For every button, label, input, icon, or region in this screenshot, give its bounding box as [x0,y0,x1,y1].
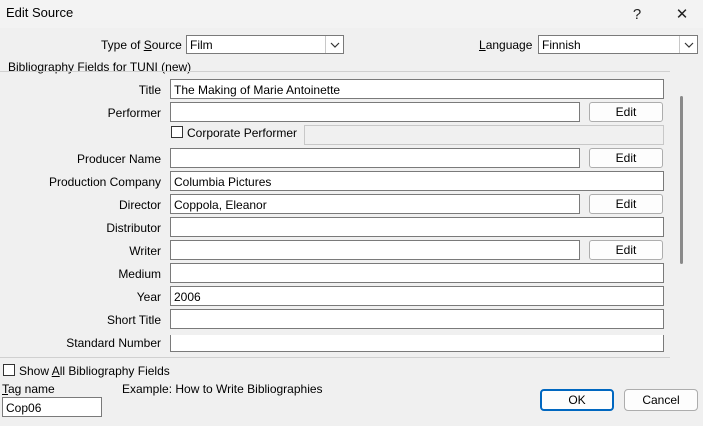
help-icon: ? [632,5,642,23]
writer-edit-button[interactable]: Edit [589,240,663,260]
year-input-value: 2006 [174,290,201,304]
year-label: Year [136,290,161,304]
source-type-value: Film [190,38,213,52]
help-button[interactable]: ? [617,0,657,28]
chevron-down-icon[interactable] [325,36,343,53]
title-input-value: The Making of Marie Antoinette [174,83,341,97]
title-input[interactable]: The Making of Marie Antoinette [170,79,664,99]
corporate-performer-input [304,125,664,145]
corporate-performer-label: Corporate Performer [187,126,298,140]
show-all-label-pre: Show [19,364,52,378]
language-label-key: L [479,38,486,52]
language-label: Language [479,38,532,52]
show-all-label-key: A [51,364,60,378]
corporate-performer-checkbox[interactable] [171,126,183,138]
close-button[interactable]: ✕ [662,0,702,28]
show-all-label: Show All Bibliography Fields [19,364,170,378]
show-all-label-post: ll Bibliography Fields [59,364,170,378]
language-label-post: anguage [485,38,533,52]
writer-label: Writer [129,244,161,258]
medium-label: Medium [118,267,161,281]
production-company-input[interactable]: Columbia Pictures [170,171,664,191]
source-type-label-key: S [143,38,152,52]
ok-button[interactable]: OK [540,389,614,411]
tag-name-input-value: Cop06 [6,401,42,415]
director-input[interactable]: Coppola, Eleanor [170,194,580,214]
distributor-label: Distributor [106,221,161,235]
example-text: Example: How to Write Bibliographies [122,382,323,396]
writer-input[interactable] [170,240,580,260]
fields-scrollbar-thumb[interactable] [680,96,683,264]
source-type-dropdown[interactable]: Film [186,35,344,54]
production-company-label: Production Company [48,175,161,189]
tag-name-label: Tag name [2,382,55,396]
short-title-label: Short Title [106,313,161,327]
producer-name-label: Producer Name [76,152,161,166]
director-edit-button[interactable]: Edit [589,194,663,214]
close-icon: ✕ [675,6,689,23]
director-input-value: Coppola, Eleanor [174,198,267,212]
performer-input[interactable] [170,102,580,122]
source-type-label: Type of Source [101,38,182,52]
distributor-input[interactable] [170,217,664,237]
cancel-button[interactable]: Cancel [624,389,698,411]
language-value: Finnish [542,38,581,52]
language-dropdown[interactable]: Finnish [538,35,698,54]
medium-input[interactable] [170,263,664,283]
title-label: Title [138,83,161,97]
chevron-down-icon[interactable] [679,36,697,53]
producer-name-edit-button[interactable]: Edit [589,148,663,168]
window-title: Edit Source [6,5,74,20]
source-type-label-pre: Type of [101,38,144,52]
performer-label: Performer [107,106,161,120]
standard-number-input[interactable] [170,335,664,352]
standard-number-label: Standard Number [66,336,161,350]
year-input[interactable]: 2006 [170,286,664,306]
tag-name-input[interactable]: Cop06 [2,397,102,417]
performer-edit-button[interactable]: Edit [589,102,663,122]
director-label: Director [118,198,161,212]
tag-name-label-post: ag name [8,382,55,396]
short-title-input[interactable] [170,309,664,329]
production-company-input-value: Columbia Pictures [174,175,272,189]
show-all-checkbox[interactable] [3,364,15,376]
fields-scroll-clip: Standard Number [0,335,672,355]
title-bar [0,0,703,28]
producer-name-input[interactable] [170,148,580,168]
source-type-label-post: ource [151,38,182,52]
